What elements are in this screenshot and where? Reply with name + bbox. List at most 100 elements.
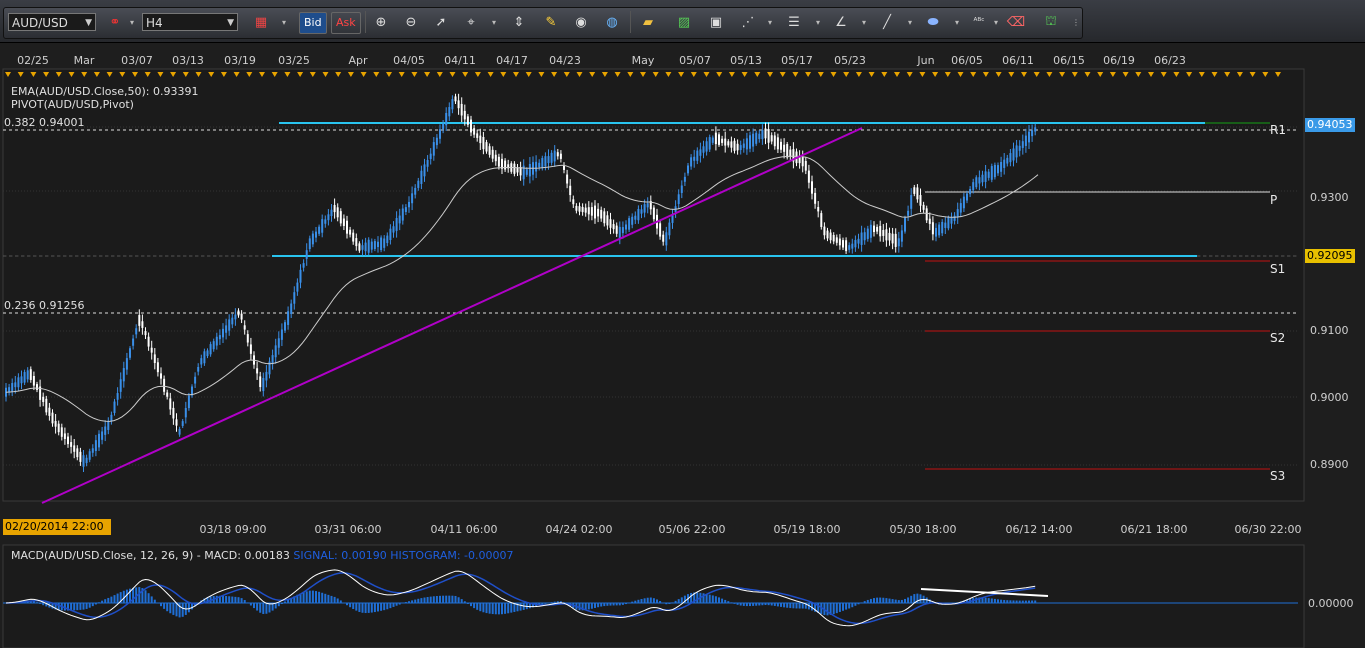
link-dropdown-icon[interactable]: ▾ [128, 11, 136, 33]
macd-histogram-bar [265, 603, 268, 614]
macd-histogram-bar [88, 603, 91, 608]
edit-icon[interactable]: ✎ [540, 11, 562, 33]
candle-body [401, 208, 404, 221]
top-date-label: 03/19 [224, 54, 256, 67]
candle-body [631, 216, 634, 225]
candle-body [755, 132, 758, 144]
candle-body [702, 146, 705, 153]
candle-body [941, 221, 944, 234]
top-date-label: 06/15 [1053, 54, 1085, 67]
candle-body [432, 142, 435, 156]
bottom-date-label: 03/31 06:00 [315, 523, 382, 536]
cursor-icon[interactable]: ➚ [430, 11, 452, 33]
ruler-icon[interactable]: ▰ [637, 11, 659, 33]
indicators-icon[interactable]: ▨ [673, 11, 695, 33]
candle-body [373, 241, 376, 249]
macd-histogram-bar [355, 603, 358, 611]
bid-button[interactable]: Bid [299, 12, 327, 34]
macd-histogram-bar [473, 603, 476, 609]
candle-body [442, 123, 445, 130]
candle-body [380, 237, 383, 251]
bottom-date-label: 05/06 22:00 [659, 523, 726, 536]
candle-body [972, 182, 975, 191]
trendline-dropdown-icon[interactable]: ▾ [906, 11, 914, 33]
candle-body [780, 141, 782, 150]
macd-histogram-bar [377, 603, 379, 612]
chart-type-dropdown-icon[interactable]: ▾ [280, 11, 288, 33]
macd-histogram-bar [76, 603, 79, 611]
macd-histogram-bar [795, 603, 798, 609]
trendline-icon[interactable]: ╱ [876, 11, 898, 33]
pivot-label-s1: S1 [1270, 262, 1285, 276]
candle-body [665, 232, 668, 246]
candle-body [11, 383, 14, 392]
globe-icon[interactable]: ◍ [601, 11, 623, 33]
gann-fan-icon[interactable]: ∠ [830, 11, 852, 33]
candle-body [404, 207, 407, 212]
ellipse-icon[interactable]: ⬬ [922, 11, 944, 33]
top-date-label: Apr [348, 54, 368, 67]
candle-body [23, 372, 26, 383]
crosshair-icon[interactable]: ⌖ [460, 11, 482, 33]
candle-body [36, 384, 38, 390]
macd-histogram-bar [587, 603, 590, 610]
macd-histogram-bar [429, 596, 432, 604]
macd-histogram-bar [392, 603, 395, 607]
toolbar-overflow-icon[interactable]: ⋮ [1072, 11, 1080, 33]
candle-body [284, 322, 286, 331]
shape-dropdown-icon[interactable]: ▾ [953, 11, 961, 33]
bottom-date-label: 05/30 18:00 [890, 523, 957, 536]
timeframe-selector[interactable]: H4 ▼ [142, 13, 238, 31]
candle-body [882, 230, 885, 236]
bottom-date-label: 04/11 06:00 [431, 523, 498, 536]
text-tool-icon[interactable]: ᴬᴮᶜ [968, 11, 990, 33]
link-icon[interactable]: ⚭ [104, 11, 126, 33]
eraser-icon[interactable]: ⌫ [1005, 11, 1027, 33]
candle-body [879, 225, 882, 237]
candle-body [488, 146, 491, 155]
zoom-in-icon[interactable]: ⊕ [370, 11, 392, 33]
candle-body [869, 224, 872, 238]
candle-body [696, 150, 699, 161]
candle-body [820, 213, 823, 228]
candle-body [392, 226, 395, 233]
candle-body [935, 227, 937, 237]
channels-icon[interactable]: ☰ [783, 11, 805, 33]
candle-body [814, 192, 817, 204]
zoom-out-icon[interactable]: ⊖ [400, 11, 422, 33]
channels-dropdown-icon[interactable]: ▾ [814, 11, 822, 33]
fibonacci-icon[interactable]: ⋰ [737, 11, 759, 33]
fibonacci-dropdown-icon[interactable]: ▾ [766, 11, 774, 33]
macd-histogram-bar [798, 603, 801, 609]
chart-window-icon[interactable]: ▣ [705, 11, 727, 33]
object-tree-icon[interactable]: ⛫ [1040, 11, 1062, 33]
ask-button[interactable]: Ask [331, 12, 361, 34]
candle-body [280, 329, 283, 340]
bottom-date-label: 06/21 18:00 [1121, 523, 1188, 536]
candle-body [1031, 130, 1034, 137]
candle-body [829, 232, 832, 241]
eye-icon[interactable]: ◉ [570, 11, 592, 33]
text-dropdown-icon[interactable]: ▾ [992, 11, 1000, 33]
top-date-label: 06/05 [951, 54, 983, 67]
measure-icon[interactable]: ⇕ [508, 11, 530, 33]
candle-body [277, 338, 280, 348]
candle-body [473, 128, 476, 135]
candle-body [680, 185, 683, 193]
gann-dropdown-icon[interactable]: ▾ [860, 11, 868, 33]
macd-signal-value: SIGNAL: 0.00190 [293, 549, 387, 562]
top-date-label: 05/07 [679, 54, 711, 67]
symbol-selector[interactable]: AUD/USD ▼ [8, 13, 96, 31]
candle-body [14, 382, 17, 388]
candle-body [91, 448, 94, 453]
candle-body [271, 355, 274, 365]
crosshair-dropdown-icon[interactable]: ▾ [490, 11, 498, 33]
chart-type-icon[interactable]: ▦ [250, 11, 272, 33]
candle-body [959, 203, 962, 213]
candle-body [637, 208, 640, 221]
candle-body [311, 233, 314, 245]
candle-body [439, 129, 441, 139]
fib-382-label: 0.382 0.94001 [4, 116, 85, 129]
candle-body [417, 180, 420, 188]
candle-body [479, 135, 482, 144]
